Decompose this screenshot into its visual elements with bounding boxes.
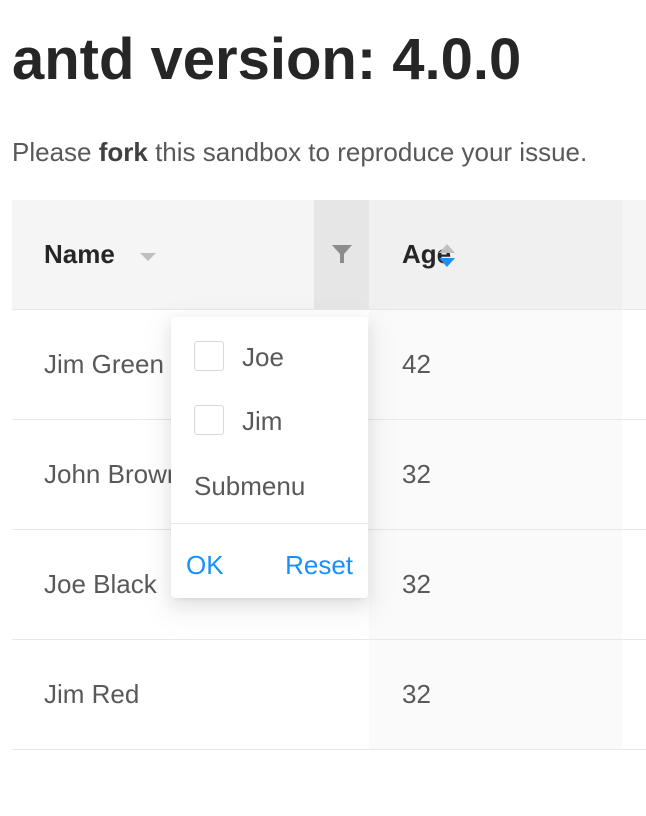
filter-dropdown: Joe Jim Submenu OK Reset <box>171 317 368 598</box>
filter-option-checkbox[interactable] <box>194 405 224 435</box>
filter-option-jim[interactable]: Jim <box>171 389 368 445</box>
column-header-name[interactable]: Name <box>12 200 369 309</box>
filter-trigger-button[interactable] <box>314 200 369 309</box>
filter-ok-button[interactable]: OK <box>186 550 224 580</box>
intro-text: Please fork this sandbox to reproduce yo… <box>12 136 587 168</box>
page-title: antd version: 4.0.0 <box>12 27 522 92</box>
sort-descend-icon <box>439 258 455 267</box>
table-row: Jim Red 32 <box>12 640 646 750</box>
intro-bold-word: fork <box>98 137 148 167</box>
filter-icon <box>332 245 352 263</box>
cell-name: Jim Green <box>44 349 164 379</box>
sort-icon[interactable] <box>439 244 455 270</box>
filter-option-label: Jim <box>242 406 283 436</box>
cell-age: 32 <box>402 679 431 709</box>
filter-submenu[interactable]: Submenu <box>194 471 305 501</box>
filter-option-checkbox[interactable] <box>194 341 224 371</box>
filter-option-label: Joe <box>242 342 284 372</box>
intro-suffix: this sandbox to reproduce your issue. <box>147 137 588 167</box>
cell-name: John Brown <box>44 459 182 489</box>
cell-age: 42 <box>402 349 431 379</box>
intro-prefix: Please <box>12 137 99 167</box>
column-header-extra <box>622 200 646 309</box>
cell-age: 32 <box>402 459 431 489</box>
cell-name: Jim Red <box>44 679 140 709</box>
dropdown-divider <box>171 523 368 524</box>
table-header: Name Age <box>12 200 646 310</box>
filter-option-joe[interactable]: Joe <box>171 325 368 381</box>
column-header-name-label: Name <box>44 239 115 269</box>
cell-name: Joe Black <box>44 569 157 599</box>
caret-down-icon[interactable] <box>140 253 156 261</box>
cell-age: 32 <box>402 569 431 599</box>
sort-ascend-icon <box>439 244 455 253</box>
column-header-age[interactable]: Age <box>369 200 622 309</box>
filter-reset-button[interactable]: Reset <box>285 550 353 580</box>
